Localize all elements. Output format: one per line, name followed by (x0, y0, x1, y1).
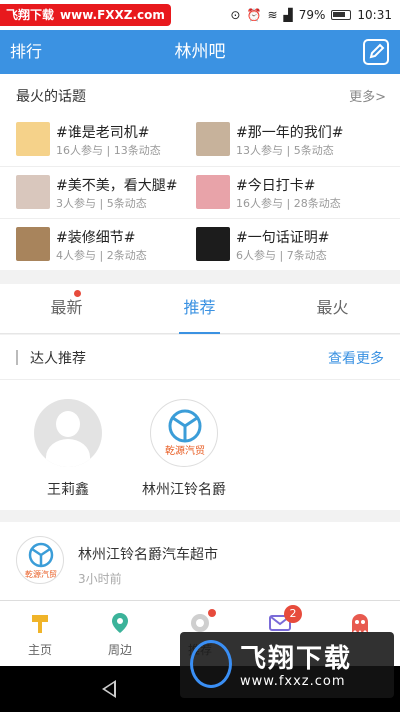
watermark-overlay: 飞翔下载 www.fxxz.com (180, 632, 394, 698)
hot-topics-header: 最火的话题 更多> (0, 74, 400, 114)
topics-grid: #谁是老司机# 16人参与 | 13条动态 #那一年的我们# 13人参与 | 5… (0, 114, 400, 270)
topic-thumbnail (16, 175, 50, 209)
nav-nearby[interactable]: 周边 (80, 601, 160, 667)
edit-icon[interactable] (363, 39, 389, 65)
pencil-icon (369, 43, 385, 59)
nav-label: 周边 (107, 643, 132, 657)
topic-thumbnail (16, 122, 50, 156)
topics-row: #美不美，看大腿# 3人参与 | 5条动态 #今日打卡# 16人参与 | 28条… (0, 166, 400, 218)
tab-label: 最新 (50, 298, 83, 317)
hot-topics-title: 最火的话题 (16, 89, 86, 105)
divider (0, 379, 400, 380)
topic-name: #美不美，看大腿# (56, 178, 178, 194)
topic-meta: 16人参与 | 13条动态 (56, 144, 161, 157)
page-title: 林州吧 (174, 42, 226, 62)
new-dot (74, 290, 81, 297)
location-icon: ⊙ (230, 8, 241, 22)
topic-thumbnail (196, 122, 230, 156)
topic-item[interactable]: #装修细节# 4人参与 | 2条动态 (16, 225, 206, 265)
logo-text: 乾源汽贸 (165, 444, 205, 457)
expert-recommend-card: 达人推荐 查看更多 王莉鑫 乾源汽贸 林州江铃名爵 (0, 335, 400, 510)
tab-recommended[interactable]: 推荐 (133, 284, 266, 334)
tab-hottest[interactable]: 最火 (266, 284, 399, 334)
nav-home[interactable]: 主页 (0, 601, 80, 667)
hot-topics-card: 最火的话题 更多> #谁是老司机# 16人参与 | 13条动态 #那一年的我们#… (0, 74, 400, 270)
app-header: 排行 林州吧 (0, 30, 400, 74)
battery-icon (331, 10, 352, 20)
feed-post[interactable]: 乾源汽贸 林州江铃名爵汽车超市 3小时前 (0, 522, 400, 600)
avatar-body (46, 439, 90, 467)
topic-item[interactable]: #今日打卡# 16人参与 | 28条动态 (196, 173, 386, 213)
topic-name: #那一年的我们# (236, 125, 344, 141)
watermark-logo-icon (190, 640, 232, 688)
battery-percent: 79% (298, 8, 326, 22)
wifi-icon: ≋ (267, 8, 278, 22)
tab-label: 最火 (316, 298, 349, 317)
watermark-site: www.FXXZ.com (60, 8, 165, 22)
clock: 10:31 (357, 8, 392, 22)
topic-name: #谁是老司机# (56, 125, 150, 141)
message-badge: 2 (284, 605, 302, 623)
topic-thumbnail (196, 227, 230, 261)
tab-latest[interactable]: 最新 (0, 284, 133, 334)
post-avatar[interactable]: 乾源汽贸 (16, 536, 64, 584)
topics-row: #装修细节# 4人参与 | 2条动态 #一句话证明# 6人参与 | 7条动态 (0, 218, 400, 270)
topic-meta: 4人参与 | 2条动态 (56, 249, 147, 262)
watermark-top: 飞翔下载 www.FXXZ.com (0, 4, 171, 26)
topic-name: #今日打卡# (236, 178, 316, 194)
topic-item[interactable]: #谁是老司机# 16人参与 | 13条动态 (16, 120, 206, 160)
default-avatar (34, 399, 102, 467)
topic-name: #装修细节# (56, 230, 136, 246)
topics-row: #谁是老司机# 16人参与 | 13条动态 #那一年的我们# 13人参与 | 5… (0, 114, 400, 166)
topic-item[interactable]: #一句话证明# 6人参与 | 7条动态 (196, 225, 386, 265)
watermark-title: 飞翔下载 (240, 644, 353, 674)
topic-meta: 13人参与 | 5条动态 (236, 144, 334, 157)
recommended-user[interactable]: 乾源汽贸 林州江铃名爵 (124, 399, 244, 499)
active-tab-indicator (179, 332, 220, 334)
view-more-link[interactable]: 查看更多 (328, 348, 384, 368)
recommended-user[interactable]: 王莉鑫 (8, 399, 128, 499)
back-icon[interactable] (102, 680, 116, 698)
post-author[interactable]: 林州江铃名爵汽车超市 (78, 544, 218, 564)
topic-meta: 6人参与 | 7条动态 (236, 249, 327, 262)
topic-meta: 16人参与 | 28条动态 (236, 197, 341, 210)
alarm-icon: ⏰ (246, 8, 262, 22)
avatar-head (56, 411, 80, 437)
topic-item[interactable]: #美不美，看大腿# 3人参与 | 5条动态 (16, 173, 206, 213)
watermark-text: 飞翔下载 (6, 8, 55, 22)
watermark-url: www.fxxz.com (240, 674, 346, 689)
steering-wheel-logo: 乾源汽贸 (25, 542, 57, 579)
topic-item[interactable]: #那一年的我们# 13人参与 | 5条动态 (196, 120, 386, 160)
signal-icon: ▟ (283, 8, 293, 22)
nav-label: 主页 (27, 643, 52, 657)
home-signpost-icon (32, 615, 48, 633)
recommend-title: 达人推荐 (30, 351, 86, 367)
section-bar (16, 350, 18, 365)
hot-topics-more-link[interactable]: 更多> (349, 86, 386, 105)
topic-meta: 3人参与 | 5条动态 (56, 197, 147, 210)
topic-thumbnail (196, 175, 230, 209)
status-icons: ⊙ ⏰ ≋ ▟ 79% 10:31 (230, 0, 392, 30)
brand-logo: 乾源汽贸 (150, 399, 218, 467)
feed-tabs: 最新 推荐 最火 (0, 284, 400, 334)
user-name: 林州江铃名爵 (142, 482, 226, 498)
status-bar: 飞翔下载 www.FXXZ.com ⊙ ⏰ ≋ ▟ 79% 10:31 (0, 0, 400, 30)
notification-dot (208, 609, 216, 617)
topic-name: #一句话证明# (236, 230, 330, 246)
logo-text: 乾源汽贸 (25, 569, 57, 579)
user-name: 王莉鑫 (47, 482, 89, 498)
tab-label: 推荐 (183, 298, 216, 317)
post-time: 3小时前 (78, 572, 122, 586)
location-pin-icon (112, 613, 128, 633)
topic-thumbnail (16, 227, 50, 261)
steering-wheel-logo: 乾源汽贸 (165, 409, 205, 457)
